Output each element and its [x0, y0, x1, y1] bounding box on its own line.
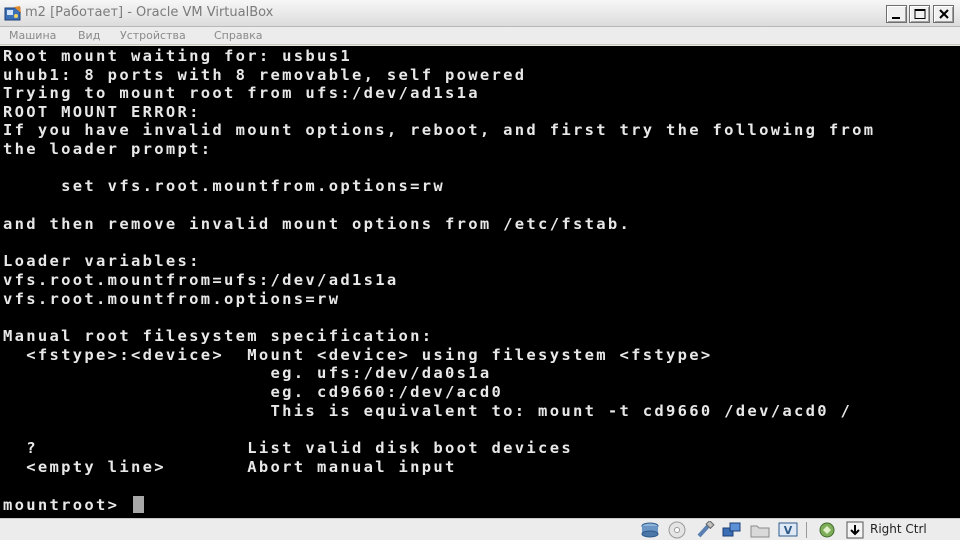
maximize-icon — [914, 9, 926, 19]
console-prompt-line[interactable]: mountroot> — [3, 496, 144, 514]
title-bar: m2 [Работает] - Oracle VM VirtualBox — [0, 0, 960, 27]
virtualization-icon[interactable] — [817, 521, 837, 539]
status-bar: V Right Ctrl — [0, 518, 960, 540]
shared-folders-icon[interactable] — [750, 521, 770, 539]
cd-drive-icon[interactable] — [667, 521, 687, 539]
status-separator — [806, 522, 807, 538]
console-line: This is equivalent to: mount -t cd9660 /… — [3, 402, 853, 420]
console-line: set vfs.root.mountfrom.options=rw — [3, 177, 446, 195]
console-line: Root mount waiting for: usbus1 — [3, 47, 352, 65]
console-line: uhub1: 8 ports with 8 removable, self po… — [3, 66, 527, 84]
console-line: eg. ufs:/dev/da0s1a — [3, 364, 492, 382]
menu-machine[interactable]: Машина — [9, 29, 56, 42]
svg-text:V: V — [784, 524, 793, 537]
window-title: m2 [Работает] - Oracle VM VirtualBox — [25, 5, 274, 20]
close-icon — [939, 9, 949, 19]
console-line: ROOT MOUNT ERROR: — [3, 103, 201, 121]
mouse-integration-icon[interactable] — [846, 521, 866, 539]
console-line: <fstype>:<device> Mount <device> using f… — [3, 346, 713, 364]
vm-console-screen[interactable]: Root mount waiting for: usbus1 uhub1: 8 … — [0, 46, 960, 518]
console-line: Manual root filesystem specification: — [3, 327, 434, 345]
console-prompt: mountroot> — [3, 496, 131, 514]
menu-devices[interactable]: Устройства — [120, 29, 186, 42]
console-line: the loader prompt: — [3, 140, 213, 158]
maximize-button[interactable] — [909, 5, 930, 23]
network-icon[interactable] — [722, 521, 742, 539]
menu-bar: Машина Вид Устройства Справка — [0, 27, 960, 45]
host-key-label: Right Ctrl — [870, 522, 927, 536]
console-line: ? List valid disk boot devices — [3, 439, 573, 457]
close-button[interactable] — [933, 5, 954, 23]
console-line: Trying to mount root from ufs:/dev/ad1s1… — [3, 84, 480, 102]
minimize-icon — [892, 17, 900, 19]
display-capture-icon[interactable]: V — [778, 521, 798, 539]
console-line: vfs.root.mountfrom=ufs:/dev/ad1s1a — [3, 271, 399, 289]
menu-help[interactable]: Справка — [214, 29, 262, 42]
virtualbox-icon — [4, 5, 22, 22]
console-line: Loader variables: — [3, 252, 201, 270]
console-line: <empty line> Abort manual input — [3, 458, 457, 476]
usb-icon[interactable] — [695, 519, 715, 539]
console-line: and then remove invalid mount options fr… — [3, 215, 632, 233]
console-line: vfs.root.mountfrom.options=rw — [3, 290, 341, 308]
console-line: eg. cd9660:/dev/acd0 — [3, 383, 504, 401]
minimize-button[interactable] — [886, 5, 907, 23]
text-cursor — [132, 496, 144, 513]
menu-view[interactable]: Вид — [78, 29, 100, 42]
hard-disk-icon[interactable] — [640, 521, 660, 539]
console-line: If you have invalid mount options, reboo… — [3, 121, 876, 139]
